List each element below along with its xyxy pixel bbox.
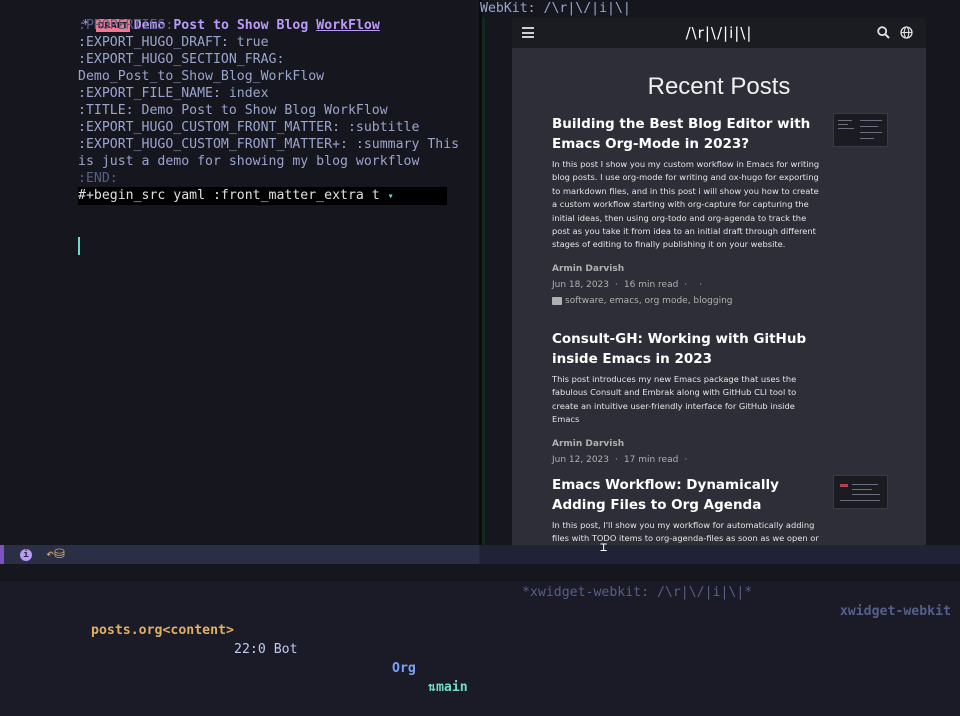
post-read-time: 16 min read: [623, 279, 679, 290]
post-summary: In this post, I'll show you my workflow …: [552, 520, 819, 544]
post-date: Jun 12, 2023: [552, 454, 610, 465]
post-title-link[interactable]: Emacs Workflow: Dynamically Adding Files…: [552, 475, 824, 515]
webkit-major-mode[interactable]: xwidget-webkit: [840, 602, 951, 621]
post-tags[interactable]: software, emacs, org mode, blogging: [552, 296, 824, 306]
properties-drawer-end: :END:: [78, 171, 118, 186]
website-view[interactable]: /\r|\/|i|\| Recent Posts Building the Be…: [512, 18, 926, 545]
property-line: :EXPORT_FILE_NAME: index: [78, 86, 269, 101]
post-summary: This post introduces my new Emacs packag…: [552, 374, 797, 425]
mode-line-left: i ↶⛁ posts.org<content> 22:0 Bot Org ⇅ma…: [0, 545, 479, 695]
minibuffer[interactable]: [0, 564, 960, 581]
property-line: :EXPORT_HUGO_SECTION_FRAG:: [78, 52, 285, 67]
folder-icon: [552, 296, 562, 305]
text-cursor: [78, 237, 80, 255]
post-meta: Jun 12, 2023 · 17 min read ·: [552, 454, 688, 465]
heading-link[interactable]: WorkFlow: [316, 18, 380, 33]
mode-line-right: ◎ 🔒 *xwidget-webkit: /\r|\/|i|\|* xwidge…: [480, 545, 960, 619]
property-line: :EXPORT_HUGO_DRAFT: true: [78, 35, 269, 50]
post-summary: In this post I show you my custom workfl…: [552, 159, 820, 250]
post-card[interactable]: Building the Best Blog Editor with Emacs…: [552, 114, 824, 306]
info-icon[interactable]: i: [20, 549, 32, 561]
property-line: Demo_Post_to_Show_Blog_WorkFlow: [78, 69, 325, 84]
search-icon[interactable]: [877, 26, 890, 39]
cursor-position: 22:0 Bot: [234, 642, 298, 657]
site-brand[interactable]: /\r|\/|i|\|: [512, 24, 926, 42]
post-card[interactable]: Consult-GH: Working with GitHub inside E…: [552, 329, 824, 465]
post-read-time: 17 min read: [623, 454, 679, 465]
undo-save-icons: ↶⛁: [46, 547, 65, 562]
post-thumbnail[interactable]: [833, 113, 888, 147]
webkit-header-line: WebKit: /\r|\/|i|\|: [480, 1, 631, 16]
buffer-name[interactable]: posts.org<content>: [91, 621, 234, 640]
page-title: Recent Posts: [647, 73, 791, 100]
property-line: :EXPORT_HUGO_CUSTOM_FRONT_MATTER+: :summ…: [78, 137, 460, 152]
webkit-gutter: [482, 18, 485, 545]
property-line: is just a demo for showing my blog workf…: [78, 154, 420, 169]
active-window-marker: [0, 545, 4, 564]
mode-line: i ↶⛁ posts.org<content> 22:0 Bot Org ⇅ma…: [0, 545, 960, 695]
post-meta: Jun 18, 2023 · 16 min read · ·: [552, 279, 703, 290]
post-date: Jun 18, 2023: [552, 279, 610, 290]
org-editor-pane[interactable]: * DRAFT Demo Post to Show Blog WorkFlow :P…: [0, 0, 479, 545]
fold-arrow-icon[interactable]: ▾: [388, 191, 394, 202]
site-navbar: /\r|\/|i|\|: [512, 18, 926, 48]
meta-separator: ·: [615, 454, 618, 465]
vc-branch[interactable]: ⇅main: [428, 678, 468, 697]
property-line: :EXPORT_HUGO_CUSTOM_FRONT_MATTER: :subti…: [78, 120, 420, 135]
major-mode[interactable]: Org: [392, 659, 416, 678]
meta-separator: ·: [615, 279, 618, 290]
property-line: :TITLE: Demo Post to Show Blog WorkFlow: [78, 103, 388, 118]
post-title-link[interactable]: Consult-GH: Working with GitHub inside E…: [552, 329, 824, 369]
src-block-line[interactable]: #+begin_src yaml :front_matter_extra t ▾: [78, 187, 447, 205]
post-author: Armin Darvish: [552, 438, 625, 449]
webkit-buffer-name[interactable]: *xwidget-webkit: /\r|\/|i|\|*: [522, 583, 752, 602]
post-author: Armin Darvish: [552, 263, 625, 274]
mouse-pointer-icon: ⌶: [600, 540, 608, 554]
post-title-link[interactable]: Building the Best Blog Editor with Emacs…: [552, 114, 824, 154]
post-thumbnail[interactable]: [833, 475, 888, 509]
globe-icon[interactable]: [900, 26, 913, 39]
branch-icon: ⇅: [428, 680, 436, 695]
post-card[interactable]: Emacs Workflow: Dynamically Adding Files…: [552, 475, 824, 545]
properties-drawer-start: :PROPERTIES:: [78, 18, 174, 33]
